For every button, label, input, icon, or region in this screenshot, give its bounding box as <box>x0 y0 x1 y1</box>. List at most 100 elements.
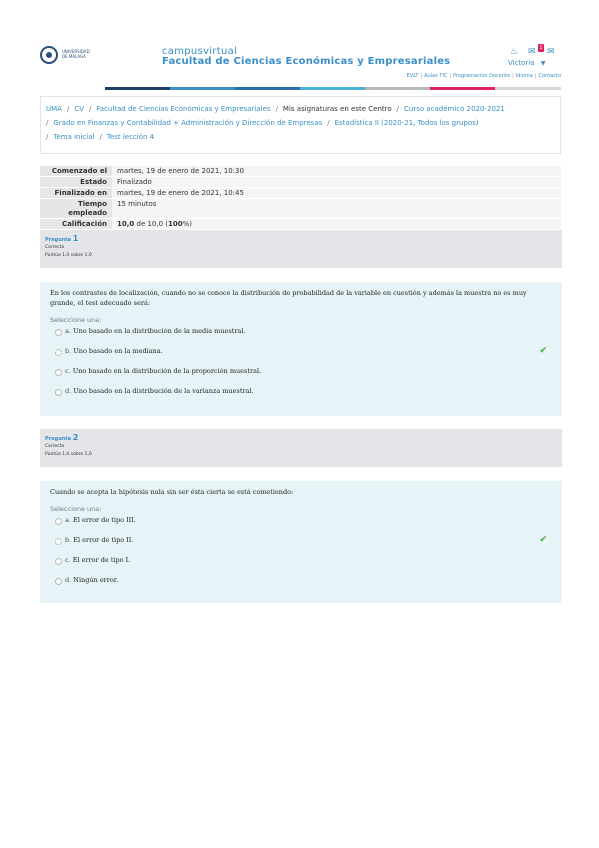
grade-part: de 10,0 ( <box>134 220 169 228</box>
breadcrumb-item[interactable]: CV <box>74 105 84 113</box>
answer-option[interactable]: d. Ningún error. <box>50 573 552 593</box>
grade-part: 100 <box>168 220 183 228</box>
answer-text: El error de tipo I. <box>72 556 131 564</box>
university-logo[interactable]: UNIVERSIDAD DE MÁLAGA <box>40 46 92 68</box>
radio-button[interactable] <box>55 538 62 545</box>
color-bar-segment <box>170 87 236 90</box>
correct-check-icon: ✔ <box>539 346 547 356</box>
radio-button[interactable] <box>55 329 62 336</box>
grade-part: %) <box>182 220 193 228</box>
summary-value: 10,0 de 10,0 (100%) <box>112 218 561 230</box>
answer-label[interactable]: d. Ningún error. <box>65 576 118 584</box>
question-2-info: Pregunta 2 Correcta Puntúa 1,0 sobre 1,0 <box>40 429 562 467</box>
radio-button[interactable] <box>55 518 62 525</box>
answer-option[interactable]: b. Uno basado en la mediana. ✔ <box>50 344 552 364</box>
answer-label[interactable]: b. Uno basado en la mediana. <box>65 347 163 355</box>
grade-part: 10,0 <box>117 220 135 228</box>
user-name: Victoria <box>508 59 535 67</box>
answer-text: Uno basado en la distribución de la vari… <box>73 387 254 395</box>
summary-label: Comenzado el <box>40 166 112 177</box>
notification-badge: 1 <box>538 44 544 52</box>
radio-button[interactable] <box>55 369 62 376</box>
answer-label[interactable]: d. Uno basado en la distribución de la v… <box>65 387 254 395</box>
answer-letter: d. <box>65 387 72 395</box>
breadcrumb-item[interactable]: UMA <box>46 105 62 113</box>
question-text: Cuando se acepta la hipótesis nula sin s… <box>50 488 294 496</box>
answer-text: El error de tipo III. <box>73 516 136 524</box>
answer-label[interactable]: c. El error de tipo I. <box>65 556 130 564</box>
answer-option[interactable]: a. El error de tipo III. <box>50 513 552 533</box>
color-bar-segment <box>105 87 171 90</box>
breadcrumb-item[interactable]: Curso académico 2020-2021 <box>404 105 505 113</box>
breadcrumb-item[interactable]: Facultad de Ciencias Económicas y Empres… <box>96 105 270 113</box>
summary-row: Estado Finalizado <box>40 176 561 188</box>
answer-letter: a. <box>65 516 72 524</box>
correct-check-icon: ✔ <box>539 535 547 545</box>
breadcrumb-separator: / <box>396 105 399 113</box>
answer-option[interactable]: b. El error de tipo II. ✔ <box>50 533 552 553</box>
top-link[interactable]: Idioma <box>516 73 533 79</box>
answer-letter: b. <box>65 347 72 355</box>
radio-button[interactable] <box>55 578 62 585</box>
top-link[interactable]: EVLT <box>407 73 419 79</box>
link-separator: | <box>534 73 537 79</box>
link-separator: | <box>420 73 423 79</box>
summary-value: Finalizado <box>112 176 561 188</box>
summary-label: Finalizado en <box>40 187 112 199</box>
question-score: Puntúa 1,0 sobre 1,0 <box>45 452 92 457</box>
breadcrumb-separator: / <box>66 105 70 113</box>
answer-option[interactable]: c. Uno basado en la distribución de la p… <box>50 364 552 384</box>
bell-icon[interactable]: ♨ <box>510 46 518 58</box>
top-link[interactable]: Programación Docente <box>453 73 510 79</box>
answer-letter: b. <box>65 536 72 544</box>
answer-label[interactable]: a. Uno basado en la distribución de la m… <box>65 327 245 335</box>
breadcrumb-separator: / <box>327 119 330 127</box>
user-menu[interactable]: Victoria ▼ <box>508 59 545 67</box>
radio-button[interactable] <box>55 349 62 356</box>
link-separator: | <box>512 73 514 79</box>
summary-row: Tiempo empleado 15 minutos <box>40 198 561 219</box>
summary-row: Calificación 10,0 de 10,0 (100%) <box>40 218 561 230</box>
answer-text: Uno basado en la distribución de la prop… <box>72 367 262 375</box>
breadcrumb-item[interactable]: Estadística II (2020-21, Todos los grupo… <box>335 119 479 127</box>
site-title[interactable]: Facultad de Ciencias Económicas y Empres… <box>162 56 450 67</box>
logo-seal-icon <box>40 46 58 64</box>
answer-option[interactable]: c. El error de tipo I. <box>50 553 552 573</box>
chat-icon[interactable]: ✉ <box>528 46 536 58</box>
breadcrumb-item: Mis asignaturas en este Centro <box>282 105 392 113</box>
radio-button[interactable] <box>55 389 62 396</box>
color-bar-segment <box>430 87 496 90</box>
question-number: Pregunta 1 <box>45 234 79 243</box>
answer-prompt: Seleccione una: <box>50 505 102 513</box>
top-link[interactable]: Contacto <box>538 73 561 79</box>
answer-letter: c. <box>65 367 71 375</box>
answer-option[interactable]: d. Uno basado en la distribución de la v… <box>50 384 552 404</box>
summary-value: martes, 19 de enero de 2021, 10:30 <box>112 166 561 177</box>
breadcrumb-separator: / <box>46 133 49 141</box>
attempt-summary-table: Comenzado el martes, 19 de enero de 2021,… <box>40 166 561 230</box>
breadcrumb-item[interactable]: Test lección 4 <box>107 133 154 141</box>
mail-icon[interactable]: ✉ <box>547 46 555 58</box>
radio-button[interactable] <box>55 558 62 565</box>
color-bar-segment <box>495 87 561 90</box>
breadcrumb-separator: / <box>46 119 49 127</box>
answer-letter: c. <box>65 556 71 564</box>
question-2-content: Cuando se acepta la hipótesis nula sin s… <box>40 481 562 603</box>
summary-label: Calificación <box>40 218 112 230</box>
answer-text: El error de tipo II. <box>73 536 134 544</box>
question-status: Correcta <box>45 245 65 250</box>
color-bar-segment <box>300 87 366 90</box>
caret-down-icon: ▼ <box>540 60 546 67</box>
answer-label[interactable]: c. Uno basado en la distribución de la p… <box>65 367 261 375</box>
breadcrumb-item[interactable]: Grado en Finanzas y Contabilidad + Admin… <box>53 119 322 127</box>
top-link[interactable]: Aulas TIC <box>424 73 447 79</box>
answer-letter: d. <box>65 576 72 584</box>
answer-letter: a. <box>65 327 72 335</box>
answer-label[interactable]: a. El error de tipo III. <box>65 516 136 524</box>
logo-text: UNIVERSIDAD DE MÁLAGA <box>62 49 90 59</box>
answer-label[interactable]: b. El error de tipo II. <box>65 536 133 544</box>
breadcrumb-item[interactable]: Tema inicial <box>53 133 94 141</box>
answer-text: Uno basado en la distribución de la medi… <box>73 327 246 335</box>
summary-label: Tiempo empleado <box>40 198 112 219</box>
answer-option[interactable]: a. Uno basado en la distribución de la m… <box>50 324 552 344</box>
